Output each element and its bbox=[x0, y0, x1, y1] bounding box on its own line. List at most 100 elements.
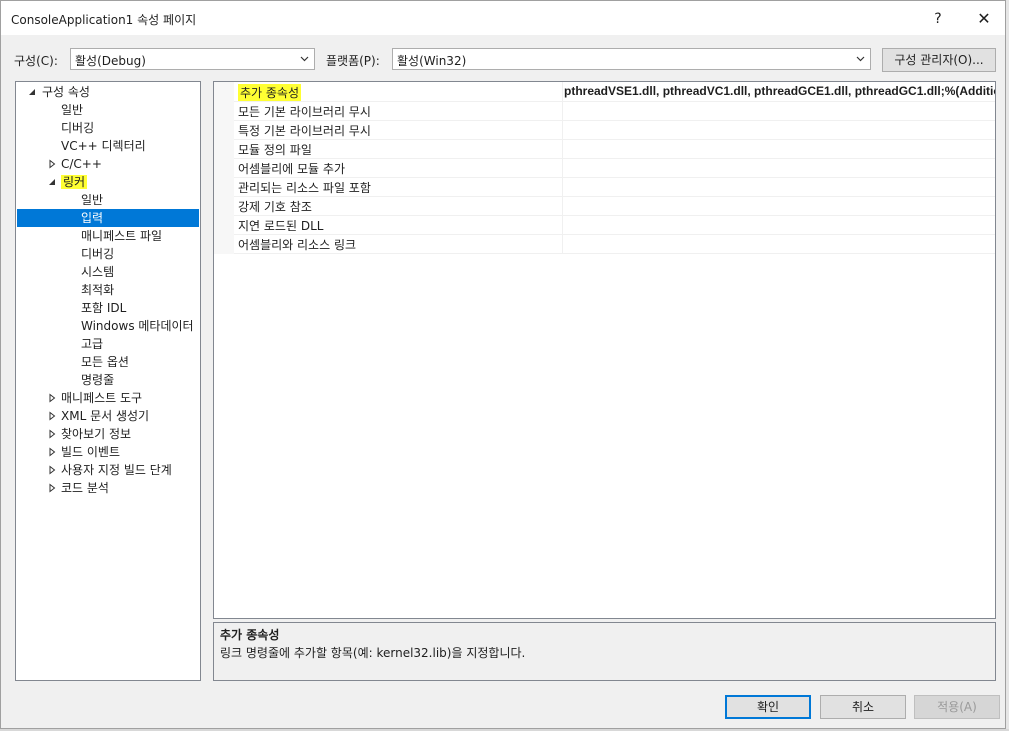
tree-item[interactable]: 모든 옵션 bbox=[81, 353, 129, 371]
tree-item-label: 구성 속성 bbox=[42, 85, 90, 99]
config-label: 구성(C): bbox=[14, 54, 58, 68]
column-divider bbox=[562, 215, 563, 234]
property-row[interactable]: 지연 로드된 DLL bbox=[234, 215, 995, 235]
expanded-arrow-icon[interactable] bbox=[27, 87, 37, 97]
property-row[interactable]: 어셈블리와 리소스 링크 bbox=[234, 234, 995, 254]
tree-item[interactable]: 포함 IDL bbox=[81, 299, 126, 317]
tree-item-label: 입력 bbox=[81, 211, 104, 225]
collapsed-arrow-icon[interactable] bbox=[47, 465, 57, 475]
column-divider bbox=[562, 234, 563, 253]
property-row[interactable]: 모든 기본 라이브러리 무시 bbox=[234, 101, 995, 121]
tree-item[interactable]: 매니페스트 도구 bbox=[61, 389, 142, 407]
tree-item-label: 시스템 bbox=[81, 265, 115, 279]
column-divider bbox=[562, 120, 563, 139]
property-row[interactable]: 관리되는 리소스 파일 포함 bbox=[234, 177, 995, 197]
close-button[interactable]: ✕ bbox=[969, 7, 999, 31]
column-divider bbox=[562, 196, 563, 215]
platform-combo[interactable]: 활성(Win32) bbox=[392, 48, 871, 70]
tree-item-label: 일반 bbox=[81, 193, 104, 207]
property-name: 특정 기본 라이브러리 무시 bbox=[238, 124, 371, 138]
column-divider bbox=[562, 139, 563, 158]
collapsed-arrow-icon[interactable] bbox=[47, 429, 57, 439]
platform-label: 플랫폼(P): bbox=[326, 54, 380, 68]
collapsed-arrow-icon[interactable] bbox=[47, 483, 57, 493]
tree-item-label: 디버깅 bbox=[61, 121, 95, 135]
tree-item-label: 코드 분석 bbox=[61, 481, 109, 495]
property-name: 어셈블리와 리소스 링크 bbox=[238, 238, 357, 252]
tree-item[interactable]: Windows 메타데이터 bbox=[81, 317, 194, 335]
tree-item[interactable]: 링커 bbox=[61, 173, 88, 191]
tree-item[interactable]: 사용자 지정 빌드 단계 bbox=[61, 461, 172, 479]
tree-item-label: 최적화 bbox=[81, 283, 115, 297]
property-name: 모든 기본 라이브러리 무시 bbox=[238, 105, 371, 119]
tree-item[interactable]: 디버깅 bbox=[61, 119, 94, 137]
tree-item-label: Windows 메타데이터 bbox=[81, 319, 194, 333]
property-name: 지연 로드된 DLL bbox=[238, 219, 324, 233]
property-tree[interactable]: 구성 속성 일반 디버깅 VC++ 디렉터리 C/C++ 링커 일반 입력 매니페스트 파일 디버… bbox=[15, 81, 201, 681]
property-value[interactable]: pthreadVSE1.dll, pthreadVC1.dll, pthread… bbox=[564, 84, 995, 98]
tree-item-label: C/C++ bbox=[61, 157, 102, 171]
apply-button[interactable]: 적용(A) bbox=[914, 695, 1000, 719]
property-row[interactable]: 모듈 정의 파일 bbox=[234, 139, 995, 159]
collapsed-arrow-icon[interactable] bbox=[47, 159, 57, 169]
tree-item-label: 매니페스트 파일 bbox=[81, 229, 163, 243]
property-pages-dialog: ConsoleApplication1 속성 페이지 ? ✕ 구성(C): 활성… bbox=[0, 0, 1006, 729]
config-combo[interactable]: 활성(Debug) bbox=[70, 48, 315, 70]
tree-item-label: 매니페스트 도구 bbox=[61, 391, 143, 405]
column-divider bbox=[562, 82, 563, 101]
tree-item[interactable]: 빌드 이벤트 bbox=[61, 443, 120, 461]
property-row[interactable]: 추가 종속성 pthreadVSE1.dll, pthreadVC1.dll, p… bbox=[234, 82, 995, 102]
tree-item[interactable]: 디버깅 bbox=[81, 245, 114, 263]
tree-item[interactable]: 입력 bbox=[17, 209, 199, 227]
config-manager-button[interactable]: 구성 관리자(O)... bbox=[882, 48, 996, 72]
property-grid[interactable]: 추가 종속성 pthreadVSE1.dll, pthreadVC1.dll, p… bbox=[213, 81, 996, 619]
window-title: ConsoleApplication1 속성 페이지 bbox=[11, 13, 197, 27]
description-title: 추가 종속성 bbox=[220, 628, 280, 642]
expanded-arrow-icon[interactable] bbox=[47, 177, 57, 187]
grid-gutter bbox=[214, 82, 234, 254]
platform-value: 활성(Win32) bbox=[397, 54, 467, 68]
property-name: 강제 기호 참조 bbox=[238, 200, 312, 214]
tree-item[interactable]: 찾아보기 정보 bbox=[61, 425, 131, 443]
tree-item-label: 명령줄 bbox=[81, 373, 115, 387]
config-value: 활성(Debug) bbox=[75, 54, 146, 68]
tree-item-label: 일반 bbox=[61, 103, 84, 117]
tree-item[interactable]: 고급 bbox=[81, 335, 103, 353]
tree-item-label: 링커 bbox=[61, 175, 88, 189]
tree-item-label: VC++ 디렉터리 bbox=[61, 139, 146, 153]
tree-item[interactable]: 일반 bbox=[81, 191, 103, 209]
tree-item-label: 빌드 이벤트 bbox=[61, 445, 121, 459]
tree-item[interactable]: 명령줄 bbox=[81, 371, 114, 389]
property-name: 추가 종속성 bbox=[238, 84, 302, 101]
ok-button[interactable]: 확인 bbox=[725, 695, 811, 719]
tree-item[interactable]: XML 문서 생성기 bbox=[61, 407, 149, 425]
tree-item[interactable]: C/C++ bbox=[61, 155, 102, 173]
property-row[interactable]: 특정 기본 라이브러리 무시 bbox=[234, 120, 995, 140]
tree-item[interactable]: 매니페스트 파일 bbox=[81, 227, 162, 245]
tree-item[interactable]: 구성 속성 bbox=[42, 83, 90, 101]
tree-item[interactable]: 코드 분석 bbox=[61, 479, 109, 497]
property-row[interactable]: 강제 기호 참조 bbox=[234, 196, 995, 216]
collapsed-arrow-icon[interactable] bbox=[47, 393, 57, 403]
tree-item[interactable]: 일반 bbox=[61, 101, 83, 119]
cancel-button[interactable]: 취소 bbox=[820, 695, 906, 719]
tree-item[interactable]: 최적화 bbox=[81, 281, 114, 299]
collapsed-arrow-icon[interactable] bbox=[47, 411, 57, 421]
tree-item[interactable]: 시스템 bbox=[81, 263, 114, 281]
property-name: 모듈 정의 파일 bbox=[238, 143, 312, 157]
collapsed-arrow-icon[interactable] bbox=[47, 447, 57, 457]
tree-item-label: 사용자 지정 빌드 단계 bbox=[61, 463, 172, 477]
tree-item-label: 디버깅 bbox=[81, 247, 115, 261]
description-panel: 추가 종속성 링크 명령줄에 추가할 항목(예: kernel32.lib)을 … bbox=[213, 622, 996, 681]
tree-item-label: 모든 옵션 bbox=[81, 355, 129, 369]
help-button[interactable]: ? bbox=[923, 7, 953, 31]
tree-item-label: 고급 bbox=[81, 337, 104, 351]
tree-item-label: 포함 IDL bbox=[81, 301, 127, 315]
tree-item[interactable]: VC++ 디렉터리 bbox=[61, 137, 146, 155]
tree-item-label: 찾아보기 정보 bbox=[61, 427, 132, 441]
chevron-down-icon bbox=[856, 56, 865, 62]
column-divider bbox=[562, 177, 563, 196]
property-name: 관리되는 리소스 파일 포함 bbox=[238, 181, 371, 195]
property-name: 어셈블리에 모듈 추가 bbox=[238, 162, 345, 176]
property-row[interactable]: 어셈블리에 모듈 추가 bbox=[234, 158, 995, 178]
